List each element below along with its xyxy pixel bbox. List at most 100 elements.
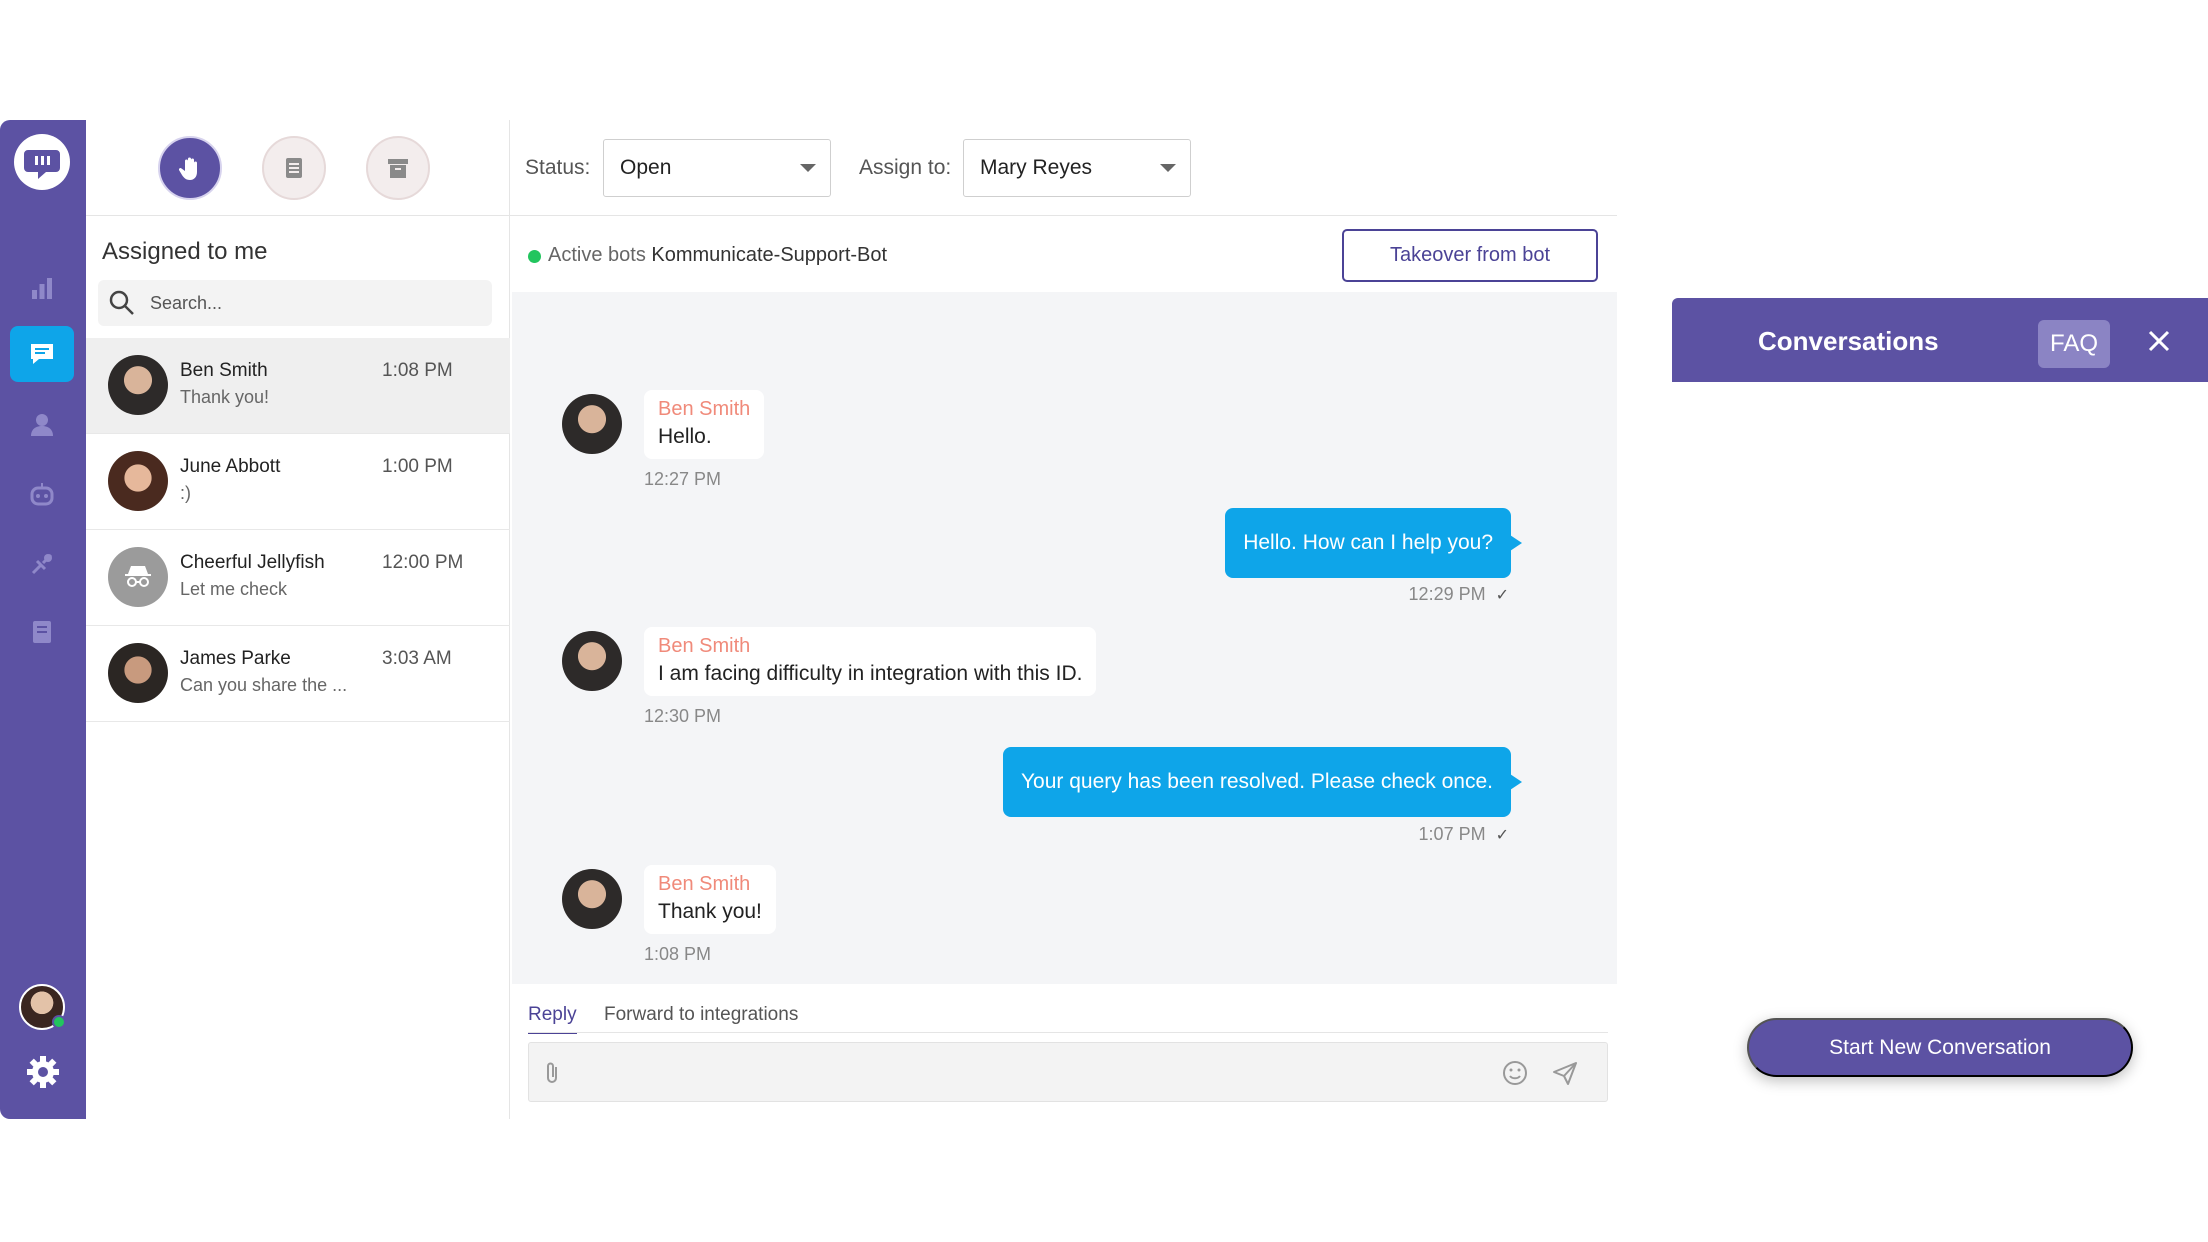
integrations-icon <box>31 553 53 575</box>
knowledge-base-nav[interactable] <box>10 604 74 660</box>
reply-input[interactable] <box>528 1042 1608 1102</box>
message-thread: Ben Smith Hello. 12:27 PM Hello. How can… <box>512 292 1617 984</box>
message-sender: Ben Smith <box>658 873 751 895</box>
active-bots-bar: Active bots Kommunicate-Support-Bot Take… <box>510 216 1617 292</box>
conversation-time: 3:03 AM <box>382 648 452 669</box>
emoji-icon[interactable] <box>1501 1059 1529 1087</box>
avatar <box>562 394 622 454</box>
integrations-nav[interactable] <box>10 536 74 592</box>
message-sender: Ben Smith <box>658 398 751 420</box>
conversation-item[interactable]: Ben Smith 1:08 PM Thank you! <box>86 338 510 434</box>
conversation-preview: Thank you! <box>180 387 270 407</box>
active-bots-prefix: Active bots <box>548 244 646 266</box>
message-text: I am facing difficulty in integration wi… <box>658 662 1083 685</box>
active-bot-name: Kommunicate-Support-Bot <box>651 244 888 266</box>
message-time: 12:29 PM <box>1408 584 1486 604</box>
archived-filter-button[interactable] <box>366 136 430 200</box>
chat-header: Status: Open Assign to: Mary Reyes <box>510 120 1617 216</box>
conversation-name: Cheerful Jellyfish <box>180 552 325 573</box>
close-icon[interactable] <box>2148 330 2170 352</box>
attachment-icon[interactable] <box>539 1059 567 1087</box>
takeover-from-bot-button[interactable]: Takeover from bot <box>1342 229 1598 282</box>
tab-forward-to-integrations[interactable]: Forward to integrations <box>604 1004 798 1032</box>
conversation-time: 1:08 PM <box>382 360 453 381</box>
list-divider <box>86 215 509 216</box>
incoming-message: Ben Smith Hello. <box>644 390 765 459</box>
message-time: 1:08 PM <box>644 944 712 964</box>
archive-icon <box>388 159 408 178</box>
all-conversations-filter-button[interactable] <box>262 136 326 200</box>
document-icon <box>286 158 302 178</box>
search-box[interactable] <box>98 280 492 326</box>
message-meta: 12:29 PM ✓ <box>1409 584 1509 605</box>
assign-label: Assign to: <box>859 156 952 179</box>
message-time: 12:27 PM <box>644 469 722 489</box>
status-select[interactable]: Open <box>603 139 831 197</box>
outgoing-message: Hello. How can I help you? <box>1225 508 1522 578</box>
conversation-name: June Abbott <box>180 456 281 477</box>
user-avatar[interactable] <box>19 984 66 1030</box>
reply-divider <box>528 1032 1608 1033</box>
send-icon[interactable] <box>1551 1059 1579 1087</box>
message-text: Thank you! <box>658 900 762 923</box>
analytics-nav[interactable] <box>10 260 74 316</box>
conversation-preview: Can you share the ... <box>180 675 348 695</box>
hand-icon <box>178 157 197 180</box>
chevron-down-icon <box>800 164 816 172</box>
widget-title: Conversations <box>1758 326 1939 356</box>
bots-nav[interactable] <box>10 466 74 522</box>
checkmark-icon: ✓ <box>1495 827 1509 844</box>
chat-widget-header: Conversations FAQ <box>1672 298 2208 382</box>
conversation-time: 12:00 PM <box>382 552 464 573</box>
conversations-nav[interactable] <box>10 326 74 382</box>
message-meta: 1:07 PM ✓ <box>1419 824 1509 845</box>
online-status-dot <box>52 1015 66 1029</box>
conversation-preview: :) <box>180 483 191 503</box>
incoming-message: Ben Smith I am facing difficulty in inte… <box>644 627 1097 696</box>
conversation-item[interactable]: James Parke 3:03 AM Can you share the ..… <box>86 626 510 722</box>
checkmark-icon: ✓ <box>1495 587 1509 604</box>
conversations-icon <box>31 344 53 364</box>
message-time: 1:07 PM <box>1418 824 1486 844</box>
conversation-item[interactable]: June Abbott 1:00 PM :) <box>86 434 510 530</box>
faq-button[interactable]: FAQ <box>2038 320 2110 368</box>
search-input[interactable] <box>150 292 470 314</box>
assigned-filter-button[interactable] <box>158 136 222 200</box>
conversation-name: James Parke <box>180 648 291 669</box>
avatar <box>108 355 168 415</box>
users-icon <box>31 414 53 436</box>
avatar <box>562 869 622 929</box>
left-sidebar <box>0 120 86 1119</box>
status-label: Status: <box>525 156 591 179</box>
chevron-down-icon <box>1160 164 1176 172</box>
bot-icon <box>30 483 54 506</box>
knowledge-base-icon <box>33 621 51 643</box>
conversation-preview: Let me check <box>180 579 288 599</box>
bot-status-dot <box>528 250 541 263</box>
incoming-message: Ben Smith Thank you! <box>644 865 776 934</box>
avatar <box>108 643 168 703</box>
gear-icon[interactable] <box>26 1055 60 1089</box>
reply-area: Reply Forward to integrations <box>510 984 1617 1119</box>
message-text: Hello. <box>658 425 712 448</box>
logo-icon[interactable] <box>14 134 70 190</box>
avatar <box>108 451 168 511</box>
conversation-item[interactable]: Cheerful Jellyfish 12:00 PM Let me check <box>86 530 510 626</box>
message-text: Hello. How can I help you? <box>1243 531 1493 554</box>
conversation-list: Ben Smith 1:08 PM Thank you! June Abbott… <box>86 338 510 722</box>
list-title: Assigned to me <box>102 238 268 265</box>
message-text: Your query has been resolved. Please che… <box>1020 770 1493 793</box>
avatar <box>562 631 622 691</box>
tab-reply[interactable]: Reply <box>528 1004 577 1034</box>
message-time: 12:30 PM <box>644 706 722 726</box>
users-nav[interactable] <box>10 396 74 452</box>
status-select-value: Open <box>620 156 672 179</box>
assign-select[interactable]: Mary Reyes <box>963 139 1191 197</box>
search-icon <box>109 290 134 315</box>
bar-chart-icon <box>32 278 52 299</box>
conversation-time: 1:00 PM <box>382 456 453 477</box>
conversation-name: Ben Smith <box>180 360 268 381</box>
start-new-conversation-button[interactable]: Start New Conversation <box>1747 1018 2133 1077</box>
anonymous-avatar-icon <box>108 547 168 607</box>
conversation-list-panel: Assigned to me Ben Smith 1:08 PM Thank y… <box>86 120 510 1119</box>
